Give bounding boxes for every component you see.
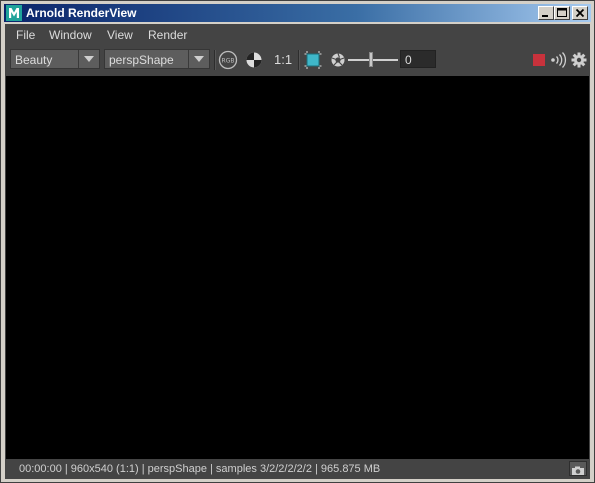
exposure-slider-handle[interactable] [368,52,373,67]
menu-render[interactable]: Render [148,28,187,42]
settings-gear-icon[interactable] [571,50,587,70]
camera-dropdown[interactable]: perspShape [104,49,210,69]
rgb-channel-icon[interactable]: RGB [217,50,239,70]
exposure-slider[interactable] [348,59,398,61]
maximize-icon [557,8,567,17]
camera-dropdown-arrow[interactable] [188,50,209,68]
close-icon [575,8,585,18]
live-update-icon[interactable] [550,50,568,70]
stop-render-icon[interactable] [532,50,546,70]
menu-file[interactable]: File [16,28,35,42]
minimize-icon [542,15,548,17]
aov-dropdown-value: Beauty [15,53,53,67]
camera-dropdown-value: perspShape [109,53,174,67]
toolbar: Beauty perspShape RGB 1:1 0 [5,47,590,73]
menu-view[interactable]: View [107,28,133,42]
minimize-button[interactable] [538,6,554,20]
arnold-renderview-window: Arnold RenderView File Window View Rende… [0,0,595,483]
maya-m-icon [6,5,22,21]
alpha-checker-icon[interactable] [245,50,263,70]
rgb-channel-label: RGB [222,58,235,65]
exposure-input-value: 0 [405,53,412,67]
menu-window[interactable]: Window [49,28,92,42]
exposure-input[interactable]: 0 [400,50,436,68]
chevron-down-icon [84,56,94,62]
window-title: Arnold RenderView [26,6,137,20]
aperture-icon[interactable] [330,50,346,70]
menu-bar: File Window View Render [5,24,590,46]
renderview-panel: File Window View Render Beauty perspShap… [5,24,590,479]
zoom-ratio-button[interactable]: 1:1 [274,52,292,67]
aov-dropdown-arrow[interactable] [78,50,99,68]
toolbar-separator [298,50,300,70]
snapshot-button[interactable] [569,461,587,476]
status-bar: 00:00:00 | 960x540 (1:1) | perspShape | … [5,460,590,478]
toolbar-separator [214,50,216,70]
close-button[interactable] [572,6,588,20]
maximize-button[interactable] [554,6,570,20]
render-viewport[interactable] [6,76,589,459]
chevron-down-icon [194,56,204,62]
status-text: 00:00:00 | 960x540 (1:1) | perspShape | … [19,463,381,475]
camera-icon [572,466,584,475]
aov-dropdown[interactable]: Beauty [10,49,100,69]
title-bar[interactable]: Arnold RenderView [4,4,591,22]
crop-region-icon[interactable] [304,50,322,70]
